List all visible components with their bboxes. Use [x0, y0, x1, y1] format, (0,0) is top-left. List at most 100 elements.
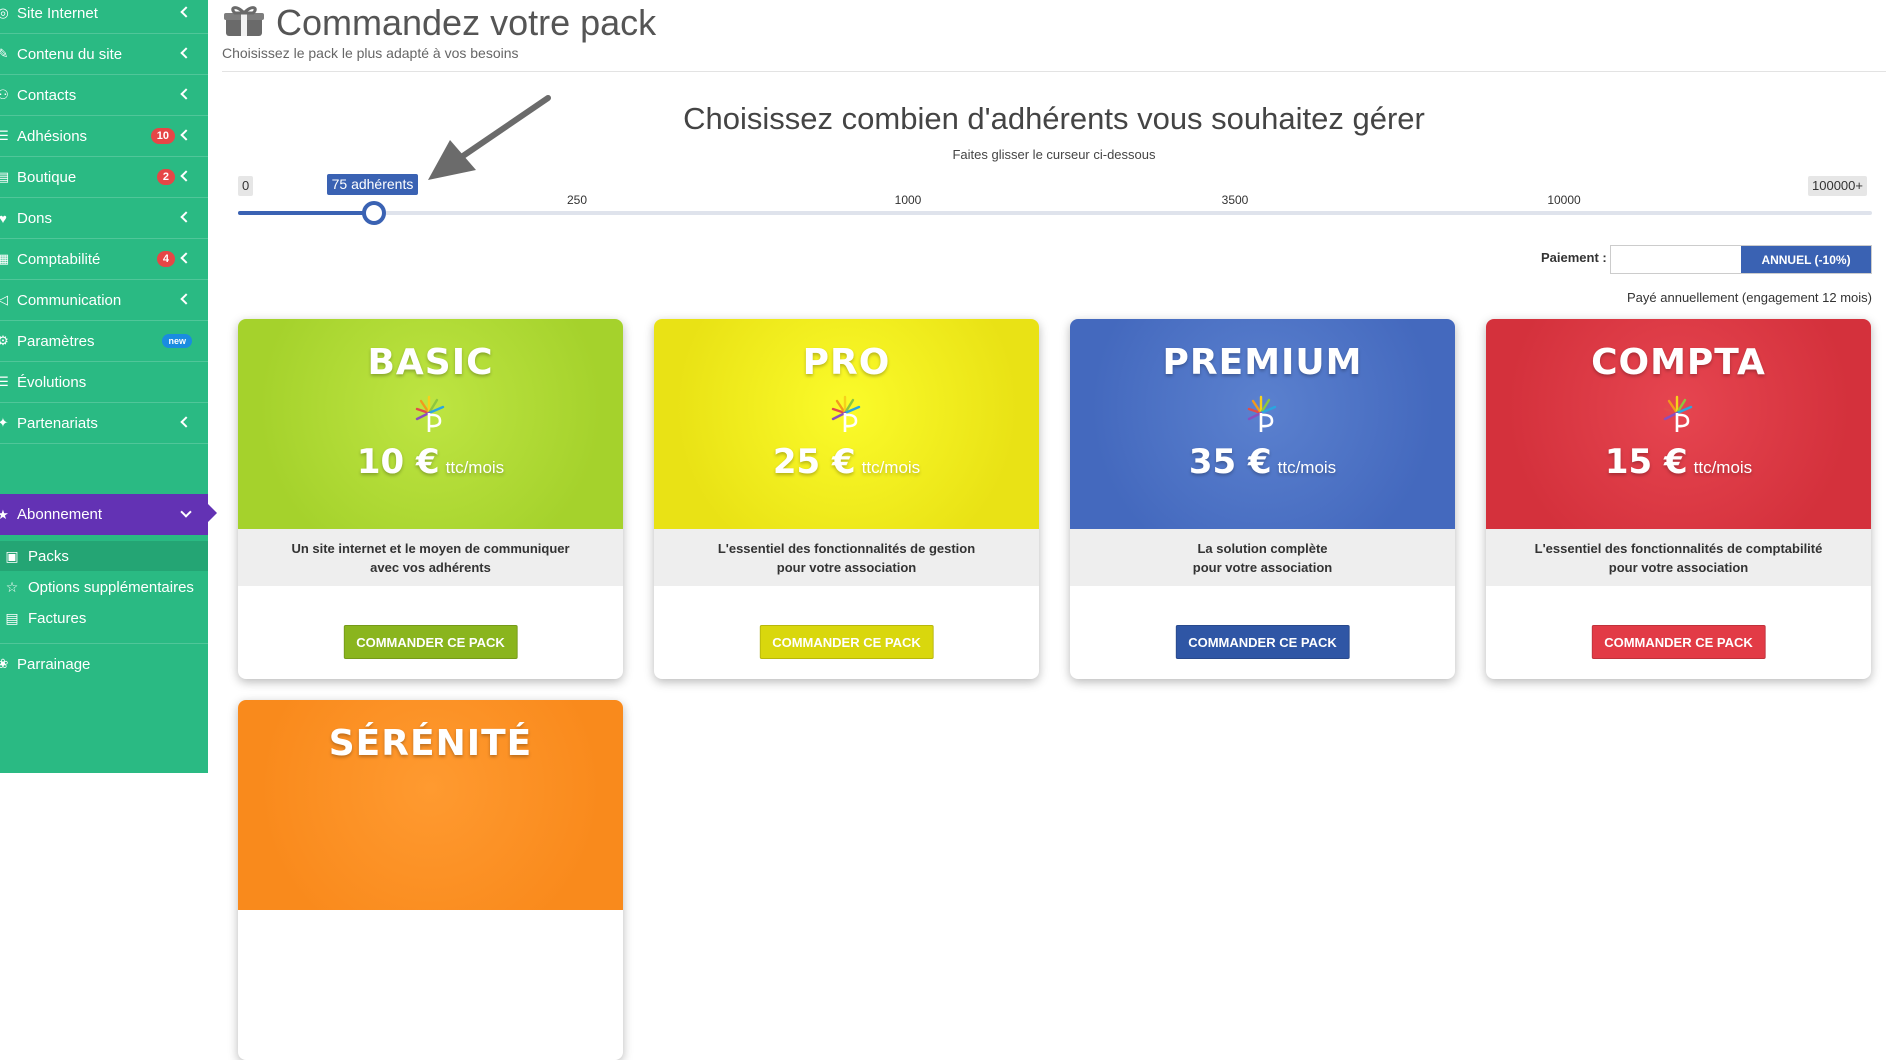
sidebar-item-evolutions[interactable]: ☰ Évolutions — [0, 362, 208, 403]
sidebar-subitem-label: Options supplémentaires — [28, 578, 194, 596]
gift-hand-icon: ❀ — [0, 656, 9, 671]
slider-handle[interactable] — [361, 201, 386, 225]
sidebar-item-comptabilite[interactable]: ▦ Comptabilité 4 — [0, 239, 208, 280]
payment-monthly-option[interactable] — [1611, 246, 1741, 273]
pack-card: BASIC 10 € ttc/mois Un site internet et le … — [238, 319, 623, 679]
sidebar-item-partenariats[interactable]: ✦ Partenariats — [0, 403, 208, 444]
count-badge: new — [162, 334, 192, 348]
brand-logo-icon — [1661, 395, 1697, 435]
order-pack-button[interactable]: COMMANDER CE PACK — [759, 625, 934, 659]
pack-card-header: BASIC 10 € ttc/mois — [238, 319, 623, 529]
slider-tick-label: 3500 — [1221, 193, 1249, 207]
sidebar-item-adhesions[interactable]: ☰ Adhésions 10 — [0, 116, 208, 157]
order-pack-button[interactable]: COMMANDER CE PACK — [343, 625, 518, 659]
slider-max-label: 100000+ — [1808, 176, 1867, 196]
sidebar-item-label: Abonnement — [17, 506, 103, 523]
sidebar-item-parrainage[interactable]: ❀ Parrainage — [0, 643, 208, 684]
pack-card-header: SÉRÉNITÉ — [238, 700, 623, 910]
list-icon: ☰ — [0, 128, 9, 143]
sidebar-item-parametres[interactable]: ⚙ Paramètres new — [0, 321, 208, 362]
pack-card: SÉRÉNITÉ — [238, 700, 623, 1060]
price-period: ttc/mois — [1693, 458, 1753, 477]
pack-card: PRO 25 € ttc/mois L'essentiel des fonctionn… — [654, 319, 1039, 679]
pack-price: 10 € ttc/mois — [238, 442, 623, 482]
sidebar-subitem-options-supplementaires[interactable]: ☆ Options supplémentaires — [0, 572, 208, 602]
page-subtitle: Choisissez le pack le plus adapté à vos … — [222, 45, 519, 61]
slider-track[interactable] — [238, 211, 1872, 215]
sidebar-item-boutique[interactable]: ▤ Boutique 2 — [0, 157, 208, 198]
handshake-icon: ✦ — [0, 415, 9, 430]
sidebar-item-label: Contacts — [17, 86, 77, 104]
sidebar-item-contenu-du-site[interactable]: ✎ Contenu du site — [0, 34, 208, 75]
gift-icon — [224, 6, 264, 36]
users-icon: ⚇ — [0, 87, 9, 102]
invoice-icon: ▤ — [5, 609, 19, 626]
pack-description-line: La solution complète — [1197, 540, 1328, 556]
pack-description-line: pour votre association — [1608, 559, 1749, 575]
order-pack-button[interactable]: COMMANDER CE PACK — [1175, 625, 1350, 659]
chevron-left-icon — [180, 88, 192, 100]
chevron-left-icon — [180, 47, 192, 59]
count-badge: 10 — [150, 128, 175, 144]
pack-card-header: PREMIUM 35 € ttc/mois — [1070, 319, 1455, 529]
sidebar-subitem-factures[interactable]: ▤ Factures — [0, 603, 208, 633]
sidebar-item-dons[interactable]: ♥ Dons — [0, 198, 208, 239]
count-badge: 4 — [156, 251, 175, 267]
payment-label: Paiement : — [1541, 250, 1607, 265]
list-icon: ☰ — [0, 374, 9, 389]
price-amount: 10 € — [356, 442, 440, 482]
price-period: ttc/mois — [861, 458, 921, 477]
sidebar-item-contacts[interactable]: ⚇ Contacts — [0, 75, 208, 116]
edit-icon: ✎ — [0, 46, 9, 61]
chevron-left-icon — [180, 211, 192, 223]
sidebar-item-label: Contenu du site — [17, 45, 123, 63]
brand-logo-icon — [1245, 395, 1281, 435]
pack-description: Un site internet et le moyen de communiq… — [238, 529, 623, 586]
page-header: Commandez votre pack Choisissez le pack … — [222, 0, 1886, 72]
pack-description: L'essentiel des fonctionnalités de gesti… — [654, 529, 1039, 586]
payment-toggle: ANNUEL (-10%) — [1610, 245, 1872, 274]
slider-min-label: 0 — [238, 176, 254, 196]
sidebar-item-label: Communication — [17, 291, 122, 309]
shop-icon: ▤ — [0, 169, 10, 184]
star-outline-icon: ☆ — [5, 578, 19, 595]
sidebar-item-label: Parrainage — [17, 655, 91, 673]
donate-icon: ♥ — [0, 210, 7, 226]
sidebar-item-label: Partenariats — [17, 414, 98, 432]
sidebar: ◎ Site Internet ✎ Contenu du site ⚇ Contacts ☰… — [0, 0, 208, 773]
slider-fill — [238, 211, 374, 215]
order-pack-button[interactable]: COMMANDER CE PACK — [1591, 625, 1766, 659]
slider-value-tooltip: 75 adhérents — [326, 174, 419, 195]
pack-description: La solution complète pour votre associati… — [1070, 529, 1455, 586]
pack-price: 15 € ttc/mois — [1486, 442, 1871, 482]
gear-icon: ⚙ — [0, 333, 9, 348]
sidebar-item-abonnement[interactable]: ★ Abonnement — [0, 494, 208, 535]
megaphone-icon: ◁ — [0, 292, 8, 307]
pack-name: SÉRÉNITÉ — [328, 723, 533, 764]
pack-description: L'essentiel des fonctionnalités de compt… — [1486, 529, 1871, 586]
star-icon: ★ — [0, 506, 9, 522]
chevron-left-icon — [180, 416, 192, 428]
pack-description-line: Un site internet et le moyen de communiq… — [291, 540, 570, 556]
chevron-left-icon — [180, 170, 192, 182]
sidebar-item-label: Paramètres — [17, 332, 95, 350]
chevron-left-icon — [180, 6, 192, 18]
sidebar-subitem-label: Factures — [28, 609, 87, 627]
sidebar-subitem-packs[interactable]: ▣ Packs — [0, 541, 208, 571]
sidebar-item-label: Évolutions — [17, 373, 87, 391]
sidebar-item-label: Adhésions — [17, 127, 88, 145]
payment-annual-option[interactable]: ANNUEL (-10%) — [1741, 246, 1871, 273]
slider-tick-label: 1000 — [894, 193, 922, 207]
globe-icon: ◎ — [0, 5, 9, 20]
slider-tick-label: 10000 — [1547, 193, 1581, 207]
pack-price: 35 € ttc/mois — [1070, 442, 1455, 482]
sidebar-item-site-internet[interactable]: ◎ Site Internet — [0, 0, 208, 34]
pack-card: PREMIUM 35 € ttc/mois La solution complète p… — [1070, 319, 1455, 679]
sidebar-item-communication[interactable]: ◁ Communication — [0, 280, 208, 321]
price-period: ttc/mois — [445, 458, 505, 477]
sidebar-subitem-label: Packs — [28, 547, 69, 565]
price-amount: 35 € — [1188, 442, 1272, 482]
pack-card: COMPTA 15 € ttc/mois L'essentiel des foncti… — [1486, 319, 1871, 679]
sidebar-item-label: Comptabilité — [17, 250, 101, 268]
pack-description-line: avec vos adhérents — [370, 559, 491, 575]
